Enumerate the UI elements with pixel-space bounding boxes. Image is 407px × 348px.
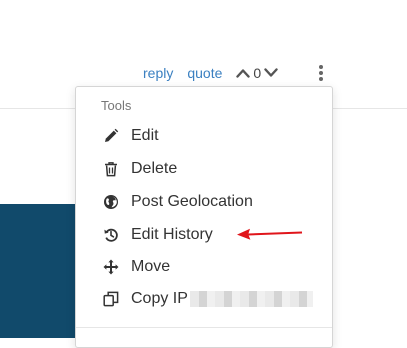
post-actions: reply quote 0 [143, 64, 278, 82]
downvote-icon[interactable] [264, 68, 278, 78]
menu-item-label: Edit History [131, 226, 213, 243]
history-icon [103, 225, 123, 245]
menu-item-label: Edit [131, 127, 159, 144]
globe-icon [103, 192, 123, 212]
menu-item-move[interactable]: Move [103, 255, 170, 279]
vote-control: 0 [236, 65, 278, 81]
annotation-arrow-icon [237, 228, 303, 240]
pencil-icon [103, 126, 123, 146]
menu-item-post-geolocation[interactable]: Post Geolocation [103, 190, 253, 214]
redacted-ip-value [189, 291, 313, 307]
menu-item-edit-history[interactable]: Edit History [103, 223, 213, 247]
menu-item-label: Copy IP [131, 290, 188, 307]
menu-divider [76, 327, 332, 328]
menu-item-label: Delete [131, 160, 178, 177]
menu-header: Tools [101, 98, 132, 113]
trash-icon [103, 159, 123, 179]
copy-icon [103, 289, 123, 309]
more-options-icon[interactable] [316, 64, 326, 82]
menu-item-copy-ip[interactable]: Copy IP [103, 287, 313, 311]
menu-item-edit[interactable]: Edit [103, 124, 159, 148]
menu-item-label: Move [131, 258, 171, 275]
vote-count: 0 [253, 65, 262, 81]
menu-item-label: Post Geolocation [131, 193, 253, 210]
tools-dropdown-menu: Tools Edit Delete Post Geolocation Edit … [75, 86, 333, 348]
menu-item-delete[interactable]: Delete [103, 157, 177, 181]
move-arrows-icon [103, 257, 123, 277]
reply-link[interactable]: reply [143, 65, 173, 81]
upvote-icon[interactable] [236, 68, 251, 78]
quote-link[interactable]: quote [187, 65, 222, 81]
